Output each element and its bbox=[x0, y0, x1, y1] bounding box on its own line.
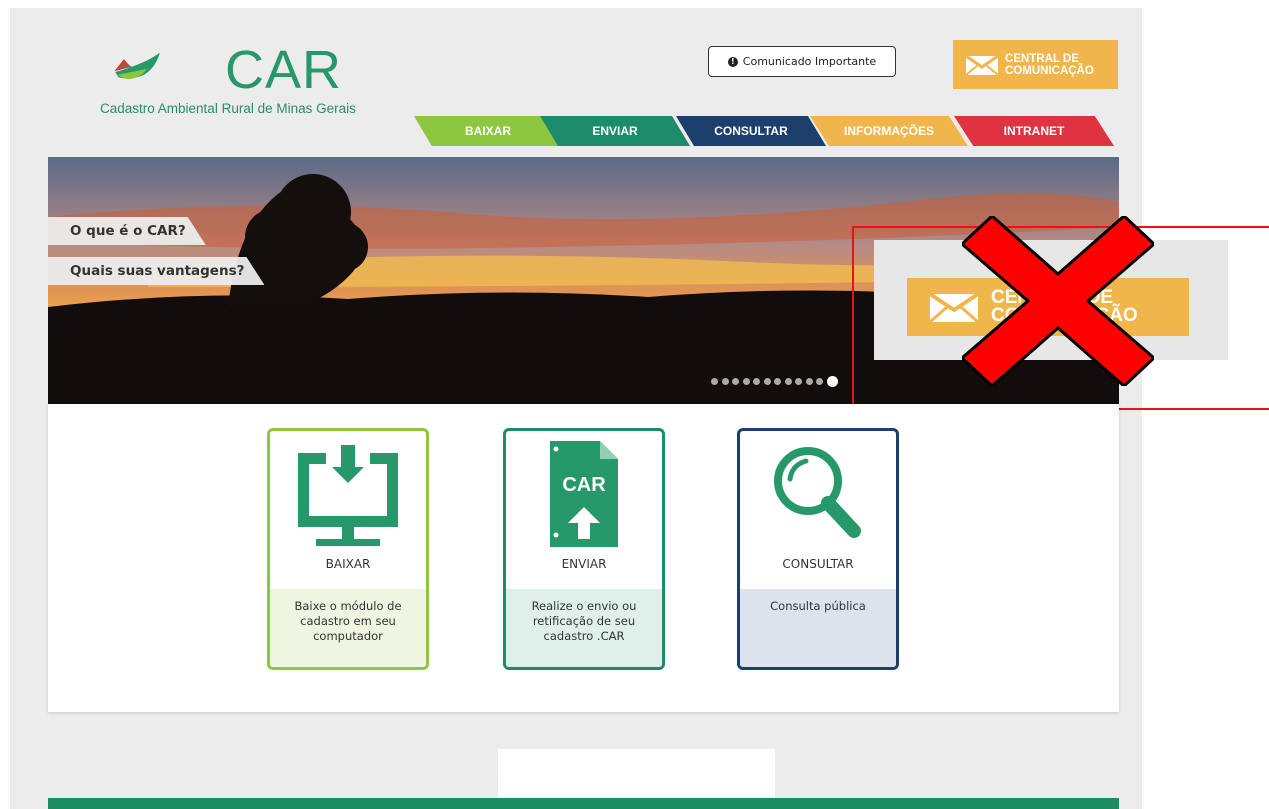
side-tab-o-que-e[interactable]: O que é o CAR? bbox=[48, 217, 206, 245]
close-x-annotation-icon[interactable] bbox=[962, 216, 1154, 386]
side-tab-vantagens-label: Quais suas vantagens? bbox=[70, 263, 245, 279]
exclamation-icon: ! bbox=[727, 56, 738, 67]
card-baixar-title: BAIXAR bbox=[325, 557, 371, 571]
car-logo-icon[interactable] bbox=[110, 40, 240, 100]
tab-intranet-label: INTRANET bbox=[1003, 124, 1065, 138]
logo-title[interactable]: CAR bbox=[225, 40, 342, 100]
white-box bbox=[498, 749, 775, 801]
car-file-label: CAR bbox=[562, 474, 606, 496]
card-enviar[interactable]: CAR ENVIAR Realize o envio ou retificaçã… bbox=[503, 428, 665, 670]
comunicado-importante-button[interactable]: ! Comunicado Importante bbox=[708, 46, 896, 77]
carousel-dot[interactable] bbox=[816, 378, 823, 385]
carousel-dot[interactable] bbox=[742, 378, 750, 385]
logo-subtitle: Cadastro Ambiental Rural de Minas Gerais bbox=[100, 101, 356, 116]
central-comunicacao-button[interactable]: CENTRAL DE COMUNICAÇÃO bbox=[953, 40, 1118, 89]
tab-informacoes[interactable]: INFORMAÇÕES bbox=[810, 116, 968, 146]
carousel-dot[interactable] bbox=[795, 378, 802, 385]
carousel-dot[interactable] bbox=[805, 378, 813, 385]
carousel-dot[interactable] bbox=[732, 378, 739, 385]
carousel-dots bbox=[711, 376, 838, 387]
file-upload-icon: CAR bbox=[550, 440, 618, 547]
card-baixar-description: Baixe o módulo de cadastro em seu comput… bbox=[270, 589, 426, 667]
carousel-dot[interactable] bbox=[753, 378, 760, 385]
carousel-dot[interactable] bbox=[711, 378, 718, 385]
tab-consultar-label: CONSULTAR bbox=[714, 124, 788, 138]
card-baixar[interactable]: BAIXAR Baixe o módulo de cadastro em seu… bbox=[267, 428, 429, 670]
tab-baixar[interactable]: BAIXAR bbox=[414, 116, 562, 146]
main-nav: BAIXAR ENVIAR CONSULTAR INFORMAÇÕES INTR… bbox=[414, 116, 1114, 146]
envelope-icon bbox=[965, 54, 999, 76]
comunicado-label: Comunicado Importante bbox=[742, 55, 877, 68]
tab-intranet[interactable]: INTRANET bbox=[954, 116, 1114, 146]
footer-bar bbox=[48, 798, 1119, 809]
card-consultar-description: Consulta pública bbox=[740, 589, 896, 667]
monitor-download-icon bbox=[298, 444, 398, 546]
side-tab-vantagens[interactable]: Quais suas vantagens? bbox=[48, 257, 264, 285]
central-label-line1: CENTRAL DE bbox=[1005, 52, 1079, 65]
carousel-dot[interactable] bbox=[763, 378, 771, 385]
tab-enviar-label: ENVIAR bbox=[592, 124, 638, 138]
card-enviar-description: Realize o envio ou retificação de seu ca… bbox=[506, 589, 662, 667]
side-tab-o-que-e-label: O que é o CAR? bbox=[70, 223, 186, 239]
tab-baixar-label: BAIXAR bbox=[464, 124, 511, 138]
tab-informacoes-label: INFORMAÇÕES bbox=[844, 124, 934, 138]
card-consultar[interactable]: CONSULTAR Consulta pública bbox=[737, 428, 899, 670]
card-consultar-title: CONSULTAR bbox=[782, 557, 854, 571]
tab-enviar[interactable]: ENVIAR bbox=[540, 116, 690, 146]
carousel-dot[interactable] bbox=[721, 378, 729, 385]
carousel-dot[interactable] bbox=[784, 378, 792, 385]
search-icon bbox=[774, 446, 861, 538]
central-label-line2: COMUNICAÇÃO bbox=[1005, 64, 1094, 77]
carousel-dot[interactable] bbox=[826, 376, 838, 387]
carousel-dot[interactable] bbox=[774, 378, 781, 385]
tab-consultar[interactable]: CONSULTAR bbox=[676, 116, 826, 146]
card-enviar-title: ENVIAR bbox=[561, 557, 607, 571]
